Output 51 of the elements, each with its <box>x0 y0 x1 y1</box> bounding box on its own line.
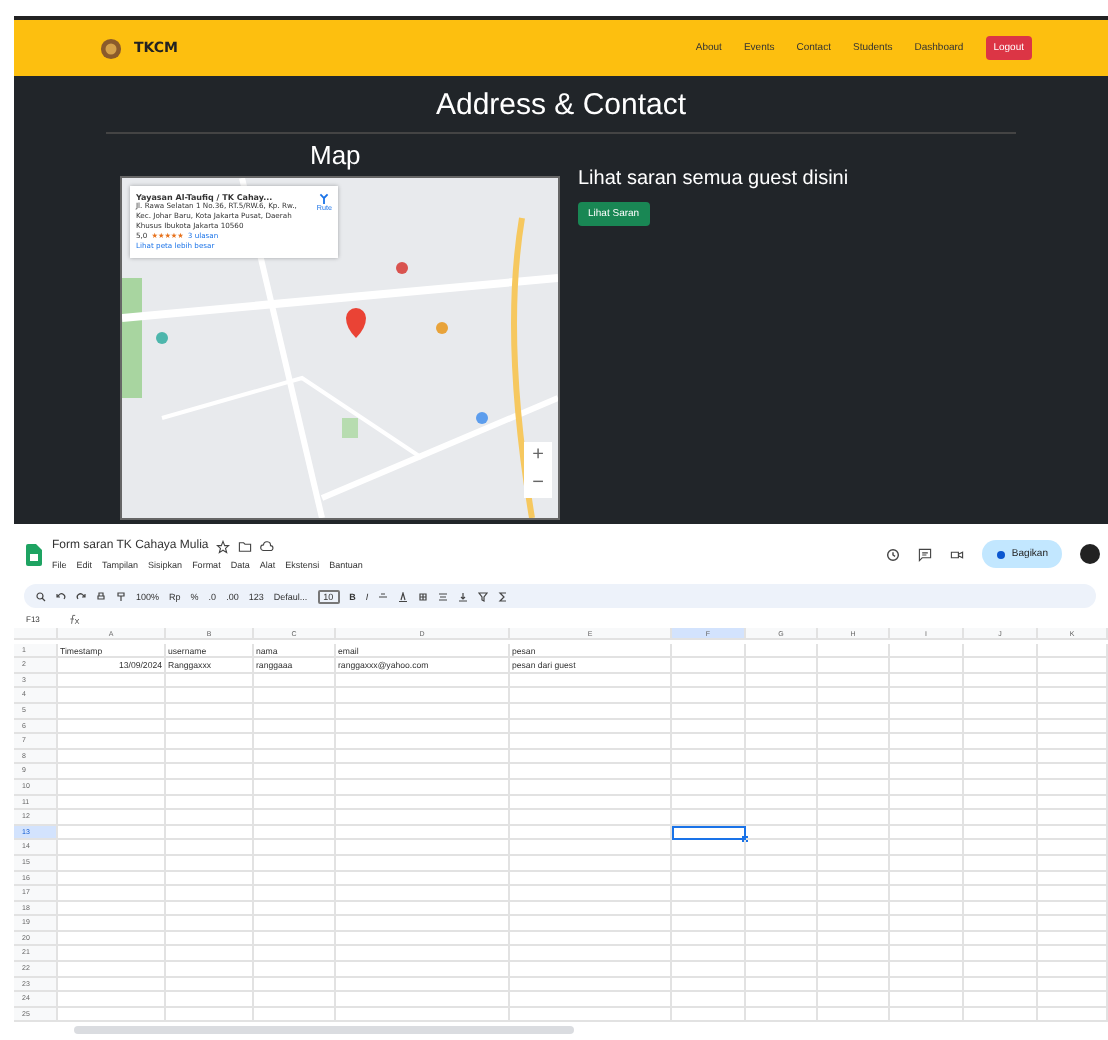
table-cell <box>58 703 166 720</box>
table-cell <box>818 779 890 796</box>
video-icon[interactable] <box>949 547 964 561</box>
table-cell <box>672 779 746 796</box>
table-cell <box>964 779 1038 796</box>
function-icon <box>67 613 80 623</box>
toolbar-icon[interactable] <box>76 591 86 601</box>
search-icon[interactable] <box>36 591 46 601</box>
star-icon[interactable] <box>216 539 231 553</box>
table-cell <box>58 946 166 963</box>
toolbar-icon[interactable] <box>116 591 126 601</box>
table-cell <box>964 703 1038 720</box>
table-cell <box>672 946 746 963</box>
selected-cell[interactable] <box>672 825 746 841</box>
table-cell <box>746 946 818 963</box>
scrollbar[interactable] <box>74 1026 574 1035</box>
history-icon[interactable] <box>885 547 900 561</box>
toolbar-icon[interactable] <box>458 591 469 601</box>
table-cell <box>672 703 746 720</box>
table-cell <box>1038 779 1108 796</box>
table-cell <box>254 779 336 796</box>
table-cell <box>166 703 254 720</box>
toolbar-icon[interactable] <box>398 591 409 601</box>
toolbar-icon[interactable] <box>96 591 106 601</box>
table-cell <box>58 779 166 796</box>
toolbar-icon[interactable] <box>418 591 429 601</box>
table-cell <box>818 703 890 720</box>
folder-icon[interactable] <box>238 539 253 553</box>
directions-icon <box>318 192 331 204</box>
logo-icon <box>100 37 122 59</box>
table-cell <box>1038 946 1108 963</box>
table-cell <box>964 946 1038 963</box>
table-cell <box>254 946 336 963</box>
table-cell <box>254 703 336 720</box>
table-cell <box>1038 703 1108 720</box>
section-title: Address & Contact <box>435 88 687 122</box>
table-cell <box>890 779 964 796</box>
map-heading: Map <box>310 140 363 170</box>
table-cell <box>890 946 964 963</box>
table-cell <box>818 946 890 963</box>
comment-icon[interactable] <box>917 547 932 561</box>
toolbar-icon[interactable] <box>56 591 66 601</box>
guest-text: Lihat saran semua guest disini <box>578 168 849 190</box>
table-cell <box>166 946 254 963</box>
sheets-icon[interactable] <box>26 543 42 565</box>
avatar[interactable] <box>1080 544 1100 564</box>
table-cell <box>166 779 254 796</box>
table-cell <box>890 703 964 720</box>
table-cell <box>746 779 818 796</box>
table-cell <box>746 703 818 720</box>
cloud-icon[interactable] <box>260 539 275 553</box>
